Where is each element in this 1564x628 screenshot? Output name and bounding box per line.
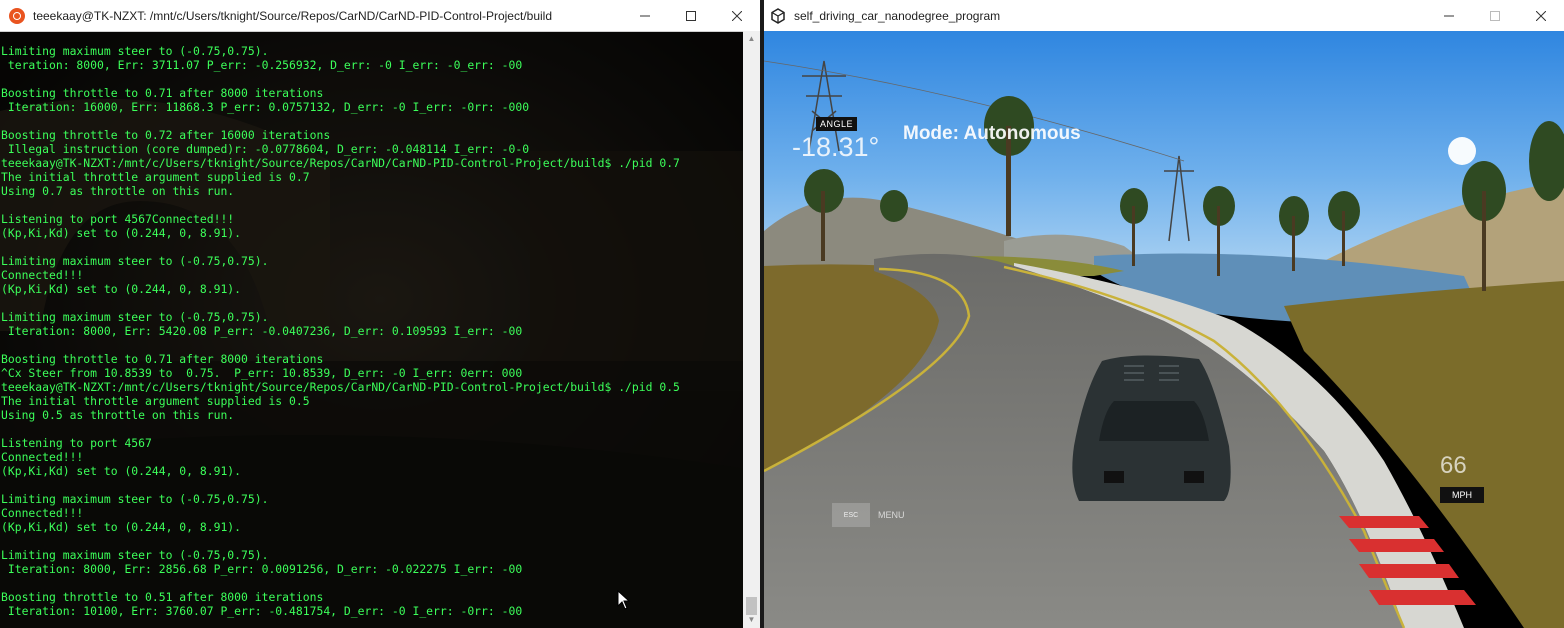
terminal-titlebar[interactable]: teeekaay@TK-NZXT: /mnt/c/Users/tknight/S… bbox=[0, 0, 760, 32]
simulator-titlebar[interactable]: self_driving_car_nanodegree_program bbox=[764, 0, 1564, 31]
menu-button[interactable]: ESC MENU bbox=[832, 503, 905, 527]
terminal-line: (Kp,Ki,Kd) set to (0.244, 0, 8.91). bbox=[1, 226, 242, 240]
terminal-line: (Kp,Ki,Kd) set to (0.244, 0, 8.91). bbox=[1, 282, 242, 296]
terminal-line: teration: 8000, Err: 3711.07 P_err: -0.2… bbox=[1, 58, 523, 72]
terminal-line: Connected!!! bbox=[1, 268, 84, 282]
terminal-line: Limiting maximum steer to (-0.75,0.75). bbox=[1, 492, 269, 506]
terminal-line: (Kp,Ki,Kd) set to (0.244, 0, 8.91). bbox=[1, 520, 242, 534]
terminal-line: Limiting maximum steer to (-0.75,0.75). bbox=[1, 44, 269, 58]
terminal-title: teeekaay@TK-NZXT: /mnt/c/Users/tknight/S… bbox=[33, 8, 553, 23]
simulator-scene bbox=[764, 31, 1564, 628]
terminal-line: Boosting throttle to 0.71 after 8000 ite… bbox=[1, 352, 324, 366]
terminal-line: Iteration: 8000, Err: 5420.08 P_err: -0.… bbox=[1, 324, 523, 338]
terminal-line: Illegal instruction (core dumped)r: -0.0… bbox=[1, 142, 530, 156]
terminal-line: Using 0.7 as throttle on this run. bbox=[1, 184, 235, 198]
simulator-title: self_driving_car_nanodegree_program bbox=[794, 8, 1001, 23]
terminal-line: Limiting maximum steer to (-0.75,0.75). bbox=[1, 548, 269, 562]
terminal-line: Boosting throttle to 0.71 after 8000 ite… bbox=[1, 86, 324, 100]
terminal-line: Boosting throttle to 0.72 after 16000 it… bbox=[1, 128, 331, 142]
close-button[interactable] bbox=[1518, 0, 1564, 31]
car bbox=[1072, 355, 1231, 501]
close-icon bbox=[732, 10, 742, 21]
minimize-icon bbox=[1444, 15, 1454, 16]
terminal-line: Boosting throttle to 0.51 after 8000 ite… bbox=[1, 590, 324, 604]
maximize-button[interactable] bbox=[1472, 0, 1518, 31]
steering-angle-value: -18.31° bbox=[792, 132, 880, 162]
terminal-scrollbar[interactable]: ▲ ▼ bbox=[743, 31, 760, 628]
terminal-line: Listening to port 4567 bbox=[1, 436, 152, 450]
terminal-line: The initial throttle argument supplied i… bbox=[1, 170, 310, 184]
terminal-line: Connected!!! bbox=[1, 450, 84, 464]
terminal-window-controls bbox=[622, 0, 760, 31]
terminal-line: (Kp,Ki,Kd) set to (0.244, 0, 8.91). bbox=[1, 464, 242, 478]
angle-label: ANGLE bbox=[816, 117, 858, 131]
maximize-button[interactable] bbox=[668, 0, 714, 31]
speed-value: 66 bbox=[1440, 452, 1467, 479]
terminal-line: teeekaay@TK-NZXT:/mnt/c/Users/tknight/So… bbox=[1, 156, 680, 170]
scroll-up-arrow-icon[interactable]: ▲ bbox=[743, 31, 760, 47]
minimize-button[interactable] bbox=[1426, 0, 1472, 31]
terminal-line: teeekaay@TK-NZXT:/mnt/c/Users/tknight/So… bbox=[1, 380, 680, 394]
close-icon bbox=[1536, 10, 1546, 21]
terminal-line: ^Cx Steer from 10.8539 to 0.75. P_err: 1… bbox=[1, 366, 523, 380]
terminal-line: The initial throttle argument supplied i… bbox=[1, 394, 310, 408]
maximize-icon bbox=[1490, 10, 1500, 21]
minimize-icon bbox=[640, 15, 650, 16]
maximize-icon bbox=[686, 10, 696, 21]
terminal-window[interactable]: teeekaay@TK-NZXT: /mnt/c/Users/tknight/S… bbox=[0, 0, 760, 628]
mouse-pointer-icon bbox=[617, 590, 631, 610]
close-button[interactable] bbox=[714, 0, 760, 31]
simulator-window-controls bbox=[1426, 0, 1564, 31]
sun bbox=[1448, 137, 1476, 165]
terminal-line: Limiting maximum steer to (-0.75,0.75). bbox=[1, 310, 269, 324]
terminal-line: Iteration: 8000, Err: 2856.68 P_err: 0.0… bbox=[1, 562, 523, 576]
ubuntu-icon bbox=[9, 7, 25, 24]
terminal-line: Limiting maximum steer to (-0.75,0.75). bbox=[1, 254, 269, 268]
speed-unit-label: MPH bbox=[1440, 487, 1484, 503]
unity-icon bbox=[771, 7, 785, 24]
minimize-button[interactable] bbox=[622, 0, 668, 31]
terminal-line: Iteration: 10100, Err: 3760.07 P_err: -0… bbox=[1, 604, 523, 618]
drive-mode-label: Mode: Autonomous bbox=[903, 123, 1081, 144]
terminal-line: Using 0.5 as throttle on this run. bbox=[1, 408, 235, 422]
terminal-line: Connected!!! bbox=[1, 506, 84, 520]
terminal-output[interactable]: Limiting maximum steer to (-0.75,0.75). … bbox=[1, 44, 743, 618]
menu-label: MENU bbox=[878, 510, 905, 520]
terminal-line: Listening to port 4567Connected!!! bbox=[1, 212, 235, 226]
esc-key-icon[interactable]: ESC bbox=[832, 503, 870, 527]
simulator-window[interactable]: self_driving_car_nanodegree_program ANGL… bbox=[764, 0, 1564, 628]
scroll-down-arrow-icon[interactable]: ▼ bbox=[743, 612, 760, 628]
terminal-line: Iteration: 16000, Err: 11868.3 P_err: 0.… bbox=[1, 100, 530, 114]
